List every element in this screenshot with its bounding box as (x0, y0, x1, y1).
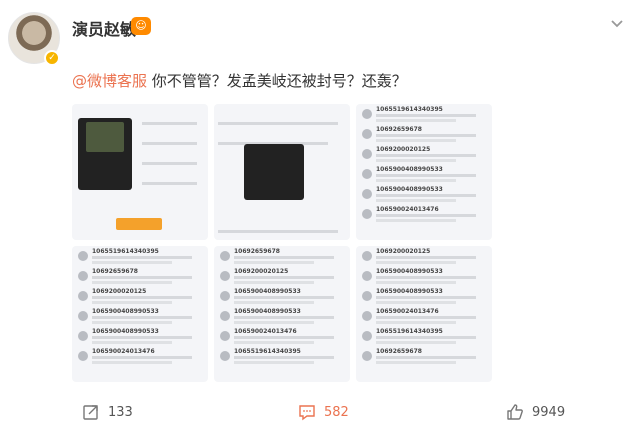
share-count: 133 (108, 404, 133, 420)
sms-line (376, 134, 476, 137)
sms-number: 1069200020125 (376, 146, 431, 153)
image-1[interactable] (72, 104, 208, 240)
image-5[interactable]: 10692659678 1069200020125 10659004089905… (214, 246, 350, 382)
verified-badge-icon: ✓ (44, 50, 60, 66)
sms-row: 10692659678 (360, 126, 488, 144)
avatar-dot (362, 109, 372, 119)
comment-icon (299, 405, 315, 421)
sms-line (376, 174, 476, 177)
avatar-dot (362, 209, 372, 219)
dark-panel-2 (244, 144, 304, 200)
comment-button[interactable]: 582 (298, 402, 349, 422)
post-body: 你不管管？发孟美岐还被封号？还轰？ (147, 72, 407, 90)
image-6[interactable]: 1069200020125 1065900408990533 106590040… (356, 246, 492, 382)
sms-line (376, 219, 456, 222)
sms-number: 1065900408990533 (376, 186, 443, 193)
sms-number: 1065519614340395 (376, 106, 443, 113)
sms-line (376, 154, 476, 157)
sms-line (376, 139, 456, 142)
action-bar: 133 582 9949 (0, 392, 640, 432)
like-count: 9949 (532, 404, 566, 420)
orange-button (116, 218, 162, 230)
sms-line (376, 179, 456, 182)
username[interactable]: 演员赵敏 (72, 16, 136, 40)
share-button[interactable]: 133 (82, 402, 133, 422)
like-button[interactable]: 9949 (506, 402, 565, 422)
sms-line (376, 114, 476, 117)
sms-number: 106590024013476 (376, 206, 439, 213)
sms-line (376, 194, 476, 197)
sms-line (376, 119, 456, 122)
comment-count: 582 (324, 404, 349, 420)
sms-row: 1065900408990533 (360, 166, 488, 184)
photo-thumbnail (86, 122, 124, 152)
sms-number: 10692659678 (376, 126, 422, 133)
post-text: @微博客服 你不管管？发孟美岐还被封号？还轰？ (72, 70, 407, 91)
sms-line (376, 159, 456, 162)
image-3[interactable]: 1065519614340395 10692659678 10692000201… (356, 104, 492, 240)
mention-link[interactable]: @微博客服 (72, 72, 147, 90)
image-4[interactable]: 1065519614340395 10692659678 10692000201… (72, 246, 208, 382)
sms-row: 1065519614340395 (360, 106, 488, 124)
thumbs-up-icon (507, 404, 523, 420)
chevron-down-icon[interactable] (608, 14, 626, 32)
image-grid: 1065519614340395 10692659678 10692000201… (72, 104, 492, 384)
sms-row: 106590024013476 (360, 206, 488, 224)
sms-row: 1069200020125 (360, 146, 488, 164)
vip-badge-icon: ☺ (131, 17, 151, 35)
sms-line (376, 214, 476, 217)
avatar-dot (362, 189, 372, 199)
avatar-dot (362, 149, 372, 159)
avatar-dot (362, 129, 372, 139)
sms-line (376, 199, 456, 202)
sms-row: 1065900408990533 (360, 186, 488, 204)
sms-number: 1065900408990533 (376, 166, 443, 173)
avatar-dot (362, 169, 372, 179)
share-icon (83, 405, 98, 420)
image-2[interactable] (214, 104, 350, 240)
